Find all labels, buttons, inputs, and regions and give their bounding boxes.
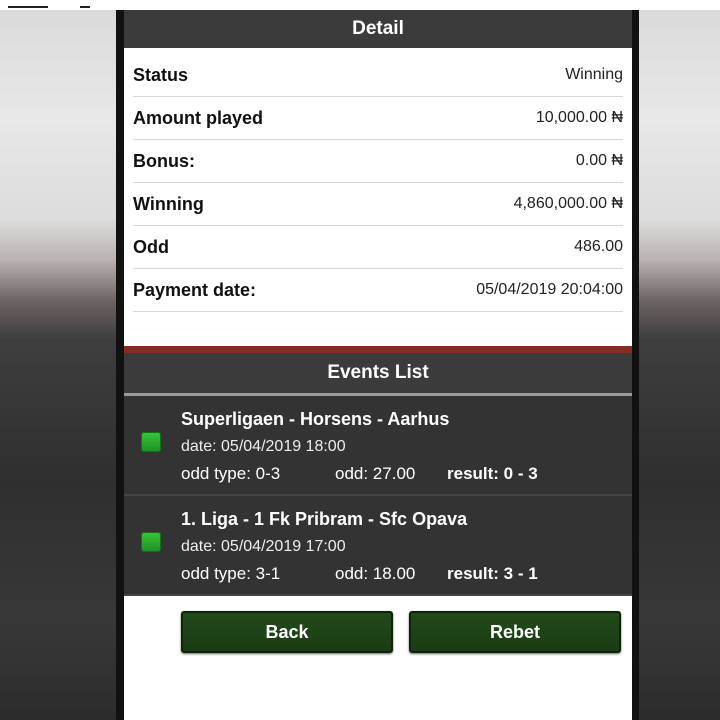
won-status-icon bbox=[141, 532, 161, 552]
detail-row-status: Status Winning bbox=[133, 54, 623, 97]
detail-value: 0.00 ₦ bbox=[575, 152, 623, 169]
detail-value: 486.00 bbox=[574, 238, 623, 255]
event-meta: odd type: 0-3 odd: 27.00 result: 0 - 3 bbox=[181, 463, 632, 485]
event-result: result: 0 - 3 bbox=[447, 464, 538, 483]
events-list-header: Events List bbox=[124, 353, 632, 396]
detail-row-winning: Winning 4,860,000.00 ₦ bbox=[133, 183, 623, 226]
top-strip bbox=[0, 0, 720, 10]
event-odd: odd: 18.00 bbox=[335, 564, 416, 583]
detail-label: Bonus: bbox=[133, 150, 195, 171]
event-odd: odd: 27.00 bbox=[335, 464, 416, 483]
action-buttons: Back Rebet bbox=[181, 611, 621, 653]
detail-row-bonus: Bonus: 0.00 ₦ bbox=[133, 140, 623, 183]
event-title: 1. Liga - 1 Fk Pribram - Sfc Opava bbox=[181, 509, 468, 529]
detail-label: Payment date: bbox=[133, 279, 257, 300]
event-date: date: 05/04/2019 17:00 bbox=[181, 538, 346, 555]
bet-detail-screen: Detail Status Winning Amount played 10,0… bbox=[124, 10, 632, 720]
won-status-icon bbox=[141, 432, 161, 452]
back-button[interactable]: Back bbox=[181, 611, 393, 653]
detail-row-amount-played: Amount played 10,000.00 ₦ bbox=[133, 97, 623, 140]
detail-value: 4,860,000.00 ₦ bbox=[513, 195, 623, 212]
event-odd-type: odd type: 0-3 bbox=[181, 464, 281, 483]
event-item[interactable]: 1. Liga - 1 Fk Pribram - Sfc Opava date:… bbox=[124, 496, 632, 596]
event-odd-type: odd type: 3-1 bbox=[181, 564, 281, 583]
event-date: date: 05/04/2019 18:00 bbox=[181, 438, 346, 455]
event-item[interactable]: Superligaen - Horsens - Aarhus date: 05/… bbox=[124, 396, 632, 496]
rebet-button[interactable]: Rebet bbox=[409, 611, 621, 653]
detail-header: Detail bbox=[124, 10, 632, 48]
detail-row-odd: Odd 486.00 bbox=[133, 226, 623, 269]
event-title: Superligaen - Horsens - Aarhus bbox=[181, 409, 450, 429]
top-strip-mark bbox=[80, 6, 90, 8]
section-divider bbox=[124, 346, 632, 353]
detail-label: Winning bbox=[133, 193, 204, 214]
detail-value: Winning bbox=[565, 66, 623, 83]
top-strip-mark bbox=[8, 6, 48, 8]
event-meta: odd type: 3-1 odd: 18.00 result: 3 - 1 bbox=[181, 563, 632, 585]
detail-row-payment-date: Payment date: 05/04/2019 20:04:00 bbox=[133, 269, 623, 312]
detail-value: 10,000.00 ₦ bbox=[535, 109, 623, 126]
detail-label: Odd bbox=[133, 236, 169, 257]
detail-label: Amount played bbox=[133, 107, 264, 128]
detail-label: Status bbox=[133, 64, 189, 85]
detail-value: 05/04/2019 20:04:00 bbox=[476, 281, 623, 298]
detail-table: Status Winning Amount played 10,000.00 ₦… bbox=[124, 54, 632, 346]
event-result: result: 3 - 1 bbox=[447, 564, 538, 583]
